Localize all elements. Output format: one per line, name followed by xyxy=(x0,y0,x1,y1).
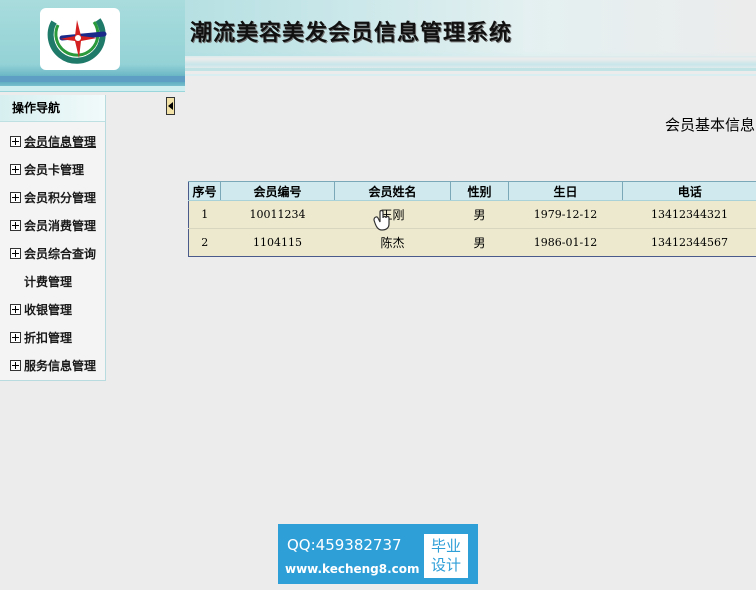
left-arrow-icon xyxy=(168,102,173,110)
sidebar-item-label: 折扣管理 xyxy=(24,331,73,345)
plus-box-icon xyxy=(10,248,21,259)
app-header: 潮流美容美发会员信息管理系统 xyxy=(0,0,756,92)
table-cell-birthday: 1979-12-12 xyxy=(508,200,623,229)
watermark-url: www.kecheng8.com xyxy=(285,562,420,576)
sidebar-title: 操作导航 xyxy=(0,95,105,122)
table-cell-index: 1 xyxy=(188,200,221,229)
table-cell-gender: 男 xyxy=(450,200,509,229)
section-title: 会员基本信息 xyxy=(665,116,756,134)
column-header: 序号 xyxy=(188,181,221,201)
logo-panel xyxy=(0,0,185,92)
watermark-qq: QQ:459382737 xyxy=(287,536,402,554)
table-row[interactable]: 1 10011234 王刚 男 1979-12-12 13412344321 xyxy=(188,200,756,229)
column-header: 生日 xyxy=(508,181,623,201)
table-cell-gender: 男 xyxy=(450,228,509,257)
watermark-badge-line2: 设计 xyxy=(430,556,461,574)
plus-box-icon xyxy=(10,136,21,147)
column-header: 会员编号 xyxy=(220,181,335,201)
plus-box-icon xyxy=(10,192,21,203)
sidebar-item-label: 收银管理 xyxy=(24,303,73,317)
column-header: 电话 xyxy=(622,181,756,201)
table-cell-phone: 13412344321 xyxy=(622,200,756,229)
column-header: 性别 xyxy=(450,181,509,201)
app-title: 潮流美容美发会员信息管理系统 xyxy=(190,21,513,46)
plus-box-icon xyxy=(10,304,21,315)
sidebar-item-member-points[interactable]: 会员积分管理 xyxy=(10,188,96,208)
table-cell-member-id: 1104115 xyxy=(220,228,335,257)
plus-box-icon xyxy=(10,360,21,371)
sidebar-item-label: 会员卡管理 xyxy=(24,163,85,177)
sidebar-item-discount[interactable]: 折扣管理 xyxy=(10,328,72,348)
plus-box-icon xyxy=(10,220,21,231)
table-header-row: 序号 会员编号 会员姓名 性别 生日 电话 xyxy=(188,181,756,201)
sidebar-item-label: 会员信息管理 xyxy=(24,135,97,149)
watermark-banner: QQ:459382737 www.kecheng8.com 毕业 设计 xyxy=(278,524,478,584)
sidebar-item-member-consumption[interactable]: 会员消费管理 xyxy=(10,216,96,236)
table-cell-member-id: 10011234 xyxy=(220,200,335,229)
sidebar-item-billing[interactable]: 计费管理 xyxy=(10,272,72,292)
sidebar-item-member-query[interactable]: 会员综合查询 xyxy=(10,244,96,264)
hand-cursor-icon xyxy=(371,208,393,232)
sidebar-item-member-info[interactable]: 会员信息管理 xyxy=(10,132,96,152)
sidebar-item-service-info[interactable]: 服务信息管理 xyxy=(10,356,96,376)
sidebar-nav: 操作导航 会员信息管理 会员卡管理 会员积分管理 会员消费管理 会员综合查询 计… xyxy=(0,95,106,381)
sidebar-item-member-card[interactable]: 会员卡管理 xyxy=(10,160,84,180)
plus-box-icon xyxy=(10,332,21,343)
table-cell-birthday: 1986-01-12 xyxy=(508,228,623,257)
sidebar-item-label: 会员积分管理 xyxy=(24,191,97,205)
plus-box-icon xyxy=(10,164,21,175)
column-header: 会员姓名 xyxy=(334,181,451,201)
table-cell-index: 2 xyxy=(188,228,221,257)
sidebar-item-label: 会员综合查询 xyxy=(24,247,97,261)
sidebar-item-label: 会员消费管理 xyxy=(24,219,97,233)
sidebar-item-cashier[interactable]: 收银管理 xyxy=(10,300,72,320)
table-row[interactable]: 2 1104115 陈杰 男 1986-01-12 13412344567 xyxy=(188,228,756,257)
watermark-badge: 毕业 设计 xyxy=(424,534,468,578)
sidebar-item-label: 计费管理 xyxy=(24,275,73,289)
table-cell-member-name: 陈杰 xyxy=(334,228,451,257)
table-cell-phone: 13412344567 xyxy=(622,228,756,257)
watermark-badge-line1: 毕业 xyxy=(430,537,461,555)
member-table: 序号 会员编号 会员姓名 性别 生日 电话 1 10011234 王刚 男 19… xyxy=(188,181,756,257)
sidebar-item-label: 服务信息管理 xyxy=(24,359,97,373)
collapse-sidebar-button[interactable] xyxy=(166,97,175,115)
compass-star-logo xyxy=(40,8,120,70)
